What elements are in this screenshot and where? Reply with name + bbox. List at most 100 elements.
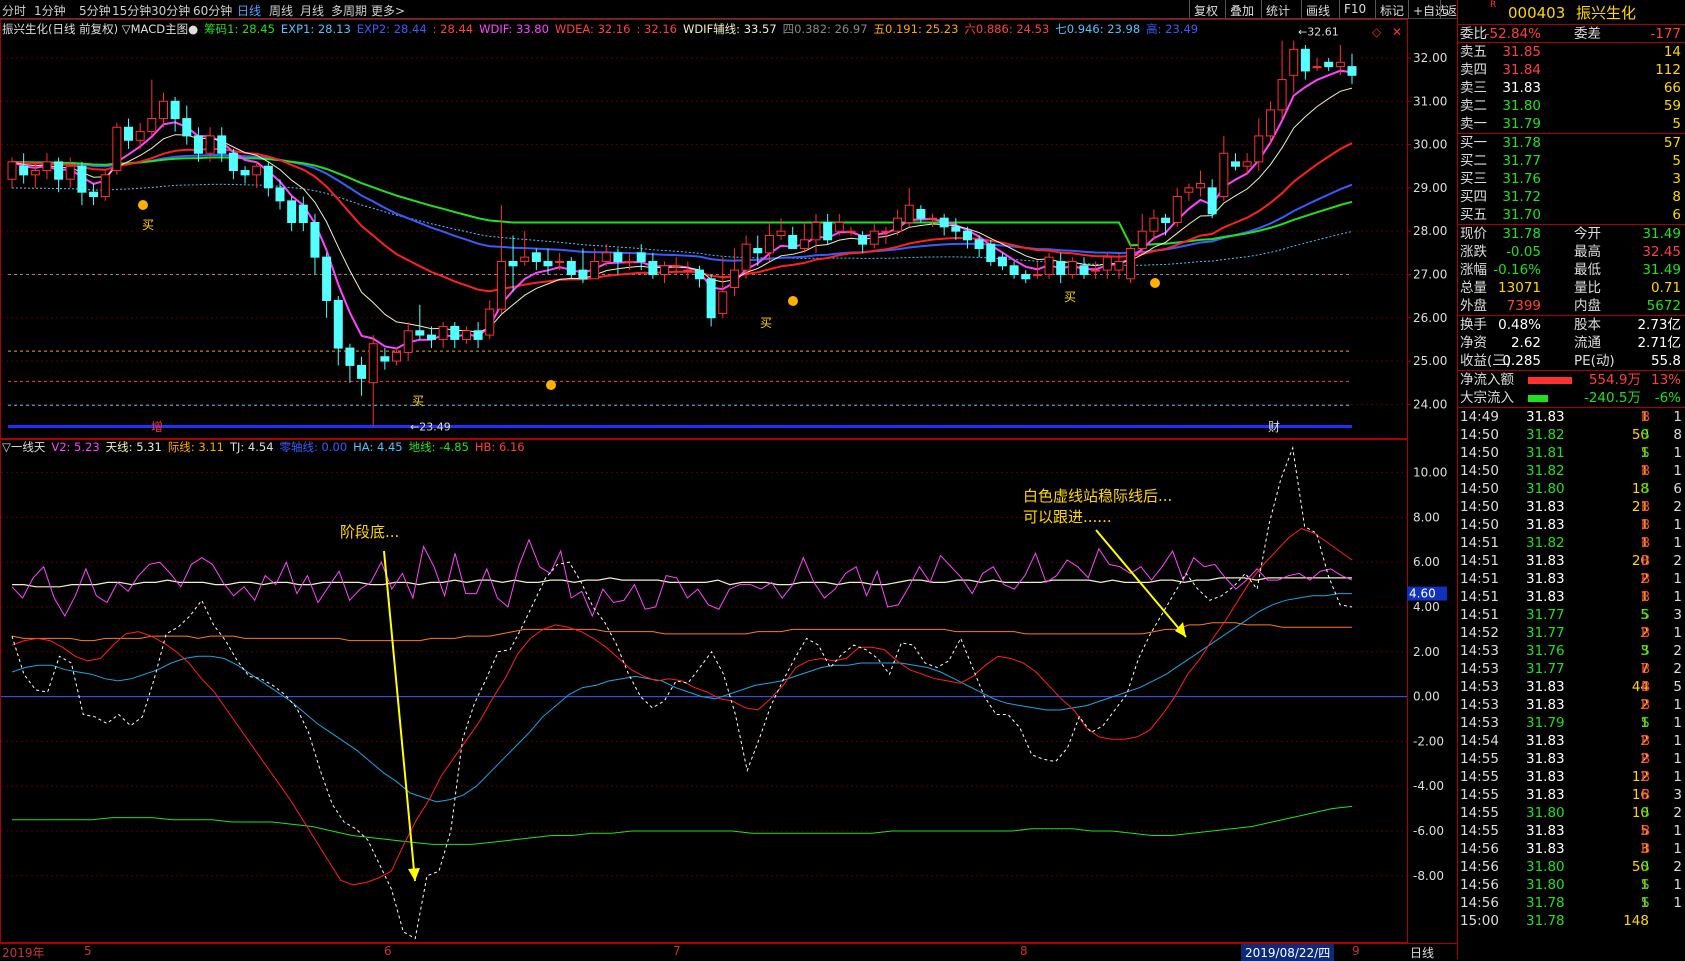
year-label: 2019年	[2, 946, 45, 960]
bids-row[interactable]: 买四 31.72 8	[1458, 188, 1685, 206]
level-label: 卖五	[1460, 44, 1487, 60]
period-tab-7[interactable]: 周线	[269, 2, 293, 19]
toolbar-button-1[interactable]: 叠加	[1225, 0, 1258, 18]
toolbar-button-4[interactable]: F10	[1339, 0, 1370, 18]
buy-signal-label: 买	[412, 394, 424, 408]
toolbar-button-0[interactable]: 复权	[1189, 0, 1222, 18]
chart-panel[interactable]: 32.00 31.00 30.00 29.00 28.00 27.00 26.00 25.00…	[0, 19, 1457, 943]
tick-row: 14:55 31.83 2 B 1	[1458, 750, 1685, 768]
legend_sub-item: 天线: 5.31	[105, 440, 162, 454]
candle-body	[683, 269, 693, 272]
tick-row: 14:50 31.82 50 S 8	[1458, 426, 1685, 444]
tick-count: 1	[1673, 895, 1682, 911]
tick-count: 1	[1673, 409, 1682, 425]
bids-row[interactable]: 买三 31.76 3	[1458, 170, 1685, 188]
osc-tick-label: 4.00	[1413, 600, 1440, 614]
main-indicator-legend: 振兴生化(日线 前复权) ▽MACD主图● 筹码1: 28.45 EXP1: 28.…	[2, 21, 1204, 37]
level-volume: 3	[1672, 171, 1681, 187]
quote-label: 今开	[1574, 226, 1601, 242]
tick-direction: B	[1641, 823, 1651, 839]
tick-direction: S	[1641, 805, 1650, 821]
quote-row: 外盘 7399 内盘 5672	[1458, 297, 1685, 315]
toolbar-button-3[interactable]: 画线	[1301, 0, 1334, 18]
tick-price: 31.83	[1526, 787, 1565, 803]
tick-row: 14:51 31.83 1 B 1	[1458, 588, 1685, 606]
tick-row: 14:49 31.83 1 B 1	[1458, 408, 1685, 426]
period-tab-5[interactable]: 60分钟	[193, 2, 232, 19]
follow-note-1: 白色虚线站稳际线后...	[1023, 487, 1172, 505]
candle-body	[322, 256, 332, 301]
candle-body	[158, 100, 168, 120]
bids-row[interactable]: 买一 31.78 57	[1458, 134, 1685, 152]
r-badge: R	[1490, 0, 1497, 10]
asks-row[interactable]: 卖二 31.80 59	[1458, 97, 1685, 115]
period-tab-2[interactable]: 5分钟	[79, 2, 111, 19]
close-icon[interactable]: ✕	[1392, 25, 1402, 39]
tick-price: 31.83	[1526, 751, 1565, 767]
osc-ji-line	[11, 622, 1352, 642]
candle-body	[89, 191, 99, 198]
quote-label: 涨跌	[1460, 244, 1487, 260]
legend_main-item: 六0.886: 24.53	[964, 22, 1050, 36]
level-volume: 14	[1663, 44, 1681, 60]
tick-direction: S	[1641, 895, 1650, 911]
tick-price: 31.83	[1526, 589, 1565, 605]
level-volume: 66	[1663, 80, 1681, 96]
price-tick-label: 28.00	[1413, 224, 1447, 238]
toolbar-button-5[interactable]: 标记	[1375, 0, 1408, 18]
flow-label: 大宗流入	[1460, 390, 1514, 406]
legend_sub-item: 地线: -4.85	[408, 440, 469, 454]
candle-body	[555, 260, 565, 263]
level-price: 31.78	[1502, 135, 1541, 151]
period-tab-8[interactable]: 月线	[300, 2, 324, 19]
signal-dot	[138, 200, 148, 210]
period-label[interactable]: 日线	[1410, 944, 1434, 961]
tick-row: 14:53 31.79 1 S 1	[1458, 714, 1685, 732]
tick-count: 3	[1673, 787, 1682, 803]
asks-row[interactable]: 卖四 31.84 112	[1458, 61, 1685, 79]
candle-body	[485, 308, 495, 336]
osc-HA-line	[11, 593, 1352, 803]
tick-direction: B	[1641, 499, 1651, 515]
level-price: 31.85	[1502, 44, 1541, 60]
wdea-line	[11, 142, 1353, 293]
signal-dot	[788, 296, 798, 306]
tick-time: 14:49	[1460, 409, 1499, 425]
legend_main-item: WDIF辅线: 33.57	[682, 22, 777, 36]
candle-body	[893, 217, 903, 232]
asks-row[interactable]: 卖一 31.79 5	[1458, 115, 1685, 133]
tick-direction: B	[1641, 589, 1651, 605]
asks-row[interactable]: 卖三 31.83 66	[1458, 79, 1685, 97]
tick-direction: S	[1641, 607, 1650, 623]
month-6-label: 6	[384, 944, 392, 958]
period-tab-10[interactable]: 更多>	[371, 2, 405, 19]
legend_main-item: EXP1: 28.13	[280, 22, 351, 36]
period-tab-1[interactable]: 1分钟	[34, 2, 66, 19]
tick-time: 14:54	[1460, 733, 1499, 749]
candle-body	[54, 161, 64, 180]
tick-list[interactable]: 14:49 31.83 1 B 1 14:50 31.82 50 S 8 14:50 31.81 1 S 1…	[1458, 408, 1685, 930]
tick-time: 14:51	[1460, 571, 1499, 587]
bids-row[interactable]: 买五 31.70 6	[1458, 206, 1685, 224]
diamond-icon[interactable]: ◇	[1372, 25, 1382, 39]
toolbar-button-2[interactable]: 统计	[1261, 0, 1294, 18]
tick-row: 14:53 31.76 3 S 2	[1458, 642, 1685, 660]
period-tab-0[interactable]: 分时	[2, 2, 26, 19]
candle-body	[217, 135, 227, 154]
flow-value: 554.9万	[1588, 372, 1641, 388]
candlestick-chart[interactable]: 32.00 31.00 30.00 29.00 28.00 27.00 26.00 25.00…	[0, 19, 1457, 943]
zeng-marker: 增	[151, 420, 163, 434]
candle-body	[1219, 152, 1229, 198]
buy-signal-label: 买	[760, 316, 772, 330]
asks-row[interactable]: 卖五 31.85 14	[1458, 43, 1685, 61]
period-tab-4[interactable]: 30分钟	[151, 2, 190, 19]
period-tab-3[interactable]: 15分钟	[112, 2, 151, 19]
tick-time: 14:55	[1460, 823, 1499, 839]
tick-time: 14:52	[1460, 625, 1499, 641]
period-tab-6[interactable]: 日线	[237, 2, 261, 19]
period-tab-9[interactable]: 多周期	[331, 2, 367, 19]
bids-row[interactable]: 买二 31.77 5	[1458, 152, 1685, 170]
tick-count: 1	[1673, 697, 1682, 713]
candle-body	[881, 230, 891, 233]
candle-body	[718, 291, 728, 314]
